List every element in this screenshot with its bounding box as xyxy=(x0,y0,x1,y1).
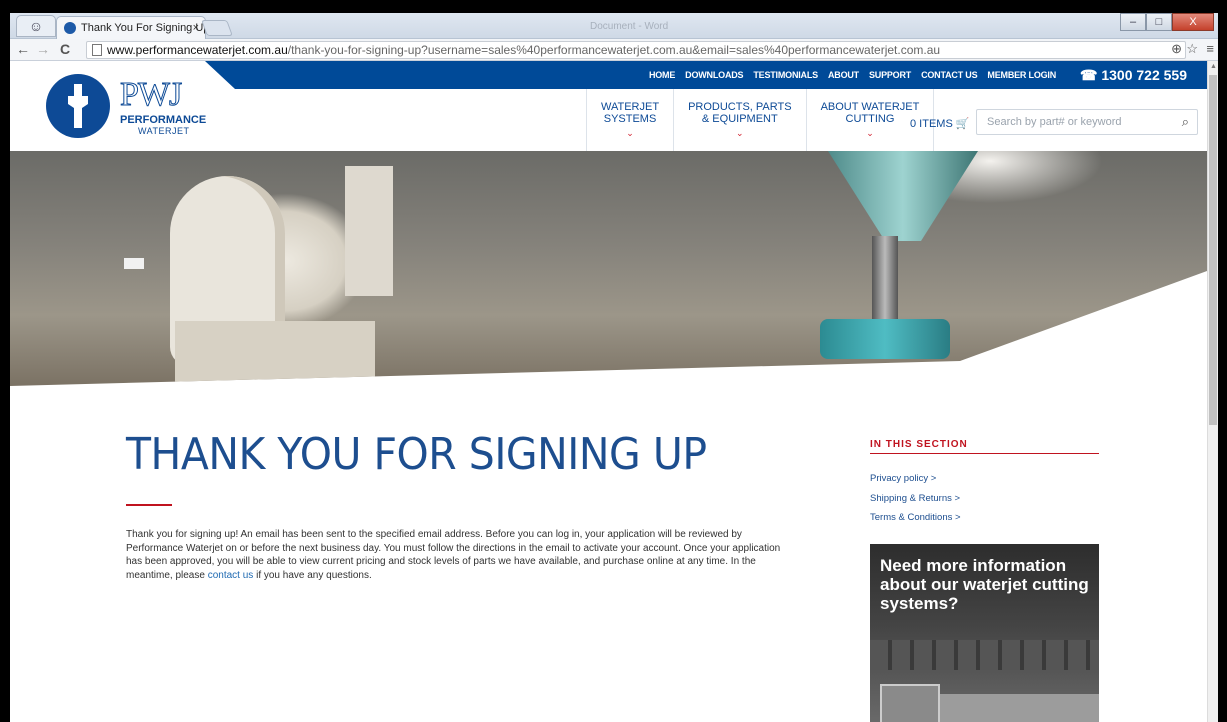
reload-icon[interactable]: C xyxy=(56,41,74,57)
contact-us-link[interactable]: contact us xyxy=(208,570,254,581)
url-host: www.performancewaterjet.com.au xyxy=(107,43,288,57)
promo-cutting-table xyxy=(940,694,1099,722)
utility-link-member-login[interactable]: MEMBER LOGIN xyxy=(987,70,1056,80)
chevron-down-icon: ⌄ xyxy=(626,128,634,138)
sidebar-heading: IN THIS SECTION xyxy=(870,439,968,450)
logo-mark-icon xyxy=(46,74,110,138)
hero-banner xyxy=(10,151,1207,386)
logo-wordmark: PWJ xyxy=(119,76,182,114)
browser-title-bar: ☺ Thank You For Signing Up × Document - … xyxy=(10,13,1218,39)
utility-link-contact[interactable]: CONTACT US xyxy=(921,70,978,80)
scrollbar-thumb[interactable] xyxy=(1209,75,1217,425)
sidebar-link-privacy[interactable]: Privacy policy > xyxy=(870,473,936,484)
chrome-menu-icon[interactable]: ≡ xyxy=(1206,41,1214,56)
browser-toolbar: ← → C www.performancewaterjet.com.au/tha… xyxy=(10,39,1218,61)
nav-label-line1: ABOUT WATERJET xyxy=(820,101,920,113)
new-tab-button[interactable] xyxy=(201,20,233,36)
promo-factory-roof xyxy=(870,640,1099,670)
logo-line-2: WATERJET xyxy=(138,126,190,136)
title-underline xyxy=(126,504,172,506)
slider-indicator[interactable] xyxy=(124,258,144,269)
address-bar[interactable]: www.performancewaterjet.com.au/thank-you… xyxy=(86,41,1186,59)
minimize-button[interactable]: – xyxy=(1120,13,1146,31)
sidebar-link-terms[interactable]: Terms & Conditions > xyxy=(870,512,961,523)
utility-link-support[interactable]: SUPPORT xyxy=(869,70,911,80)
close-window-button[interactable]: X xyxy=(1172,13,1214,31)
web-page: HOME DOWNLOADS TESTIMONIALS ABOUT SUPPOR… xyxy=(10,61,1207,722)
browser-tab[interactable]: Thank You For Signing Up × xyxy=(56,16,206,39)
hero-nozzle-cone xyxy=(828,151,978,241)
browser-window: ☺ Thank You For Signing Up × Document - … xyxy=(10,13,1218,722)
nav-products-parts[interactable]: PRODUCTS, PARTS & EQUIPMENT ⌄ xyxy=(673,89,806,151)
window-controls: – □ X xyxy=(1120,13,1214,33)
utility-link-home[interactable]: HOME xyxy=(649,70,675,80)
site-search: ⌕ xyxy=(976,109,1198,135)
main-nav: WATERJET SYSTEMS ⌄ PRODUCTS, PARTS & EQU… xyxy=(586,89,935,151)
search-icon[interactable]: ⌕ xyxy=(1182,114,1189,130)
promo-machine xyxy=(880,684,940,722)
ghost-window-title: Document - Word xyxy=(590,21,669,32)
nav-label-line1: PRODUCTS, PARTS xyxy=(688,101,792,113)
hero-nozzle-shaft xyxy=(872,236,898,326)
forward-arrow-icon[interactable]: → xyxy=(34,41,52,57)
page-title: THANK YOU FOR SIGNING UP xyxy=(126,429,707,480)
site-logo[interactable]: PWJ PERFORMANCE WATERJET xyxy=(46,74,208,144)
back-arrow-icon[interactable]: ← xyxy=(14,41,32,57)
page-icon xyxy=(92,44,102,56)
hero-nozzle-base xyxy=(820,319,950,359)
tab-close-icon[interactable]: × xyxy=(193,17,199,39)
utility-link-testimonials[interactable]: TESTIMONIALS xyxy=(753,70,818,80)
phone-number[interactable]: ☎ 1300 722 559 xyxy=(1080,67,1187,84)
nav-waterjet-systems[interactable]: WATERJET SYSTEMS ⌄ xyxy=(586,89,673,151)
sidebar-divider xyxy=(870,453,1099,454)
hero-cut-base xyxy=(175,321,375,386)
url-path: /thank-you-for-signing-up?username=sales… xyxy=(287,43,941,57)
page-scrollbar[interactable]: ▲ xyxy=(1207,61,1218,722)
favicon-icon xyxy=(64,22,76,34)
utility-nav: HOME DOWNLOADS TESTIMONIALS ABOUT SUPPOR… xyxy=(649,61,1187,89)
user-profile-icon[interactable]: ☺ xyxy=(16,15,56,37)
sidebar-link-shipping[interactable]: Shipping & Returns > xyxy=(870,493,960,504)
hero-cut-part-2 xyxy=(345,166,393,296)
scroll-up-icon[interactable]: ▲ xyxy=(1210,63,1217,70)
search-input[interactable] xyxy=(977,110,1167,134)
zoom-icon[interactable]: ⊕ xyxy=(1171,41,1182,57)
thank-you-message: Thank you for signing up! An email has b… xyxy=(126,528,782,582)
nav-label-line2: SYSTEMS xyxy=(603,113,657,125)
nav-label-line2: & EQUIPMENT xyxy=(701,113,778,125)
nav-label-line1: WATERJET xyxy=(601,101,660,113)
maximize-button[interactable]: □ xyxy=(1146,13,1172,31)
promo-text: Need more information about our waterjet… xyxy=(880,556,1089,613)
logo-line-1: PERFORMANCE xyxy=(120,114,207,126)
utility-link-downloads[interactable]: DOWNLOADS xyxy=(685,70,743,80)
message-text-end: if you have any questions. xyxy=(253,569,372,581)
cart-link[interactable]: 0 ITEMS 🛒 xyxy=(910,117,970,130)
promo-banner[interactable]: Need more information about our waterjet… xyxy=(870,544,1099,722)
bookmark-star-icon[interactable]: ☆ xyxy=(1186,41,1198,57)
utility-link-about[interactable]: ABOUT xyxy=(828,70,859,80)
tab-title: Thank You For Signing Up xyxy=(81,22,206,34)
chevron-down-icon: ⌄ xyxy=(866,128,874,138)
chevron-down-icon: ⌄ xyxy=(736,128,744,138)
nav-label-line2: CUTTING xyxy=(845,113,895,125)
